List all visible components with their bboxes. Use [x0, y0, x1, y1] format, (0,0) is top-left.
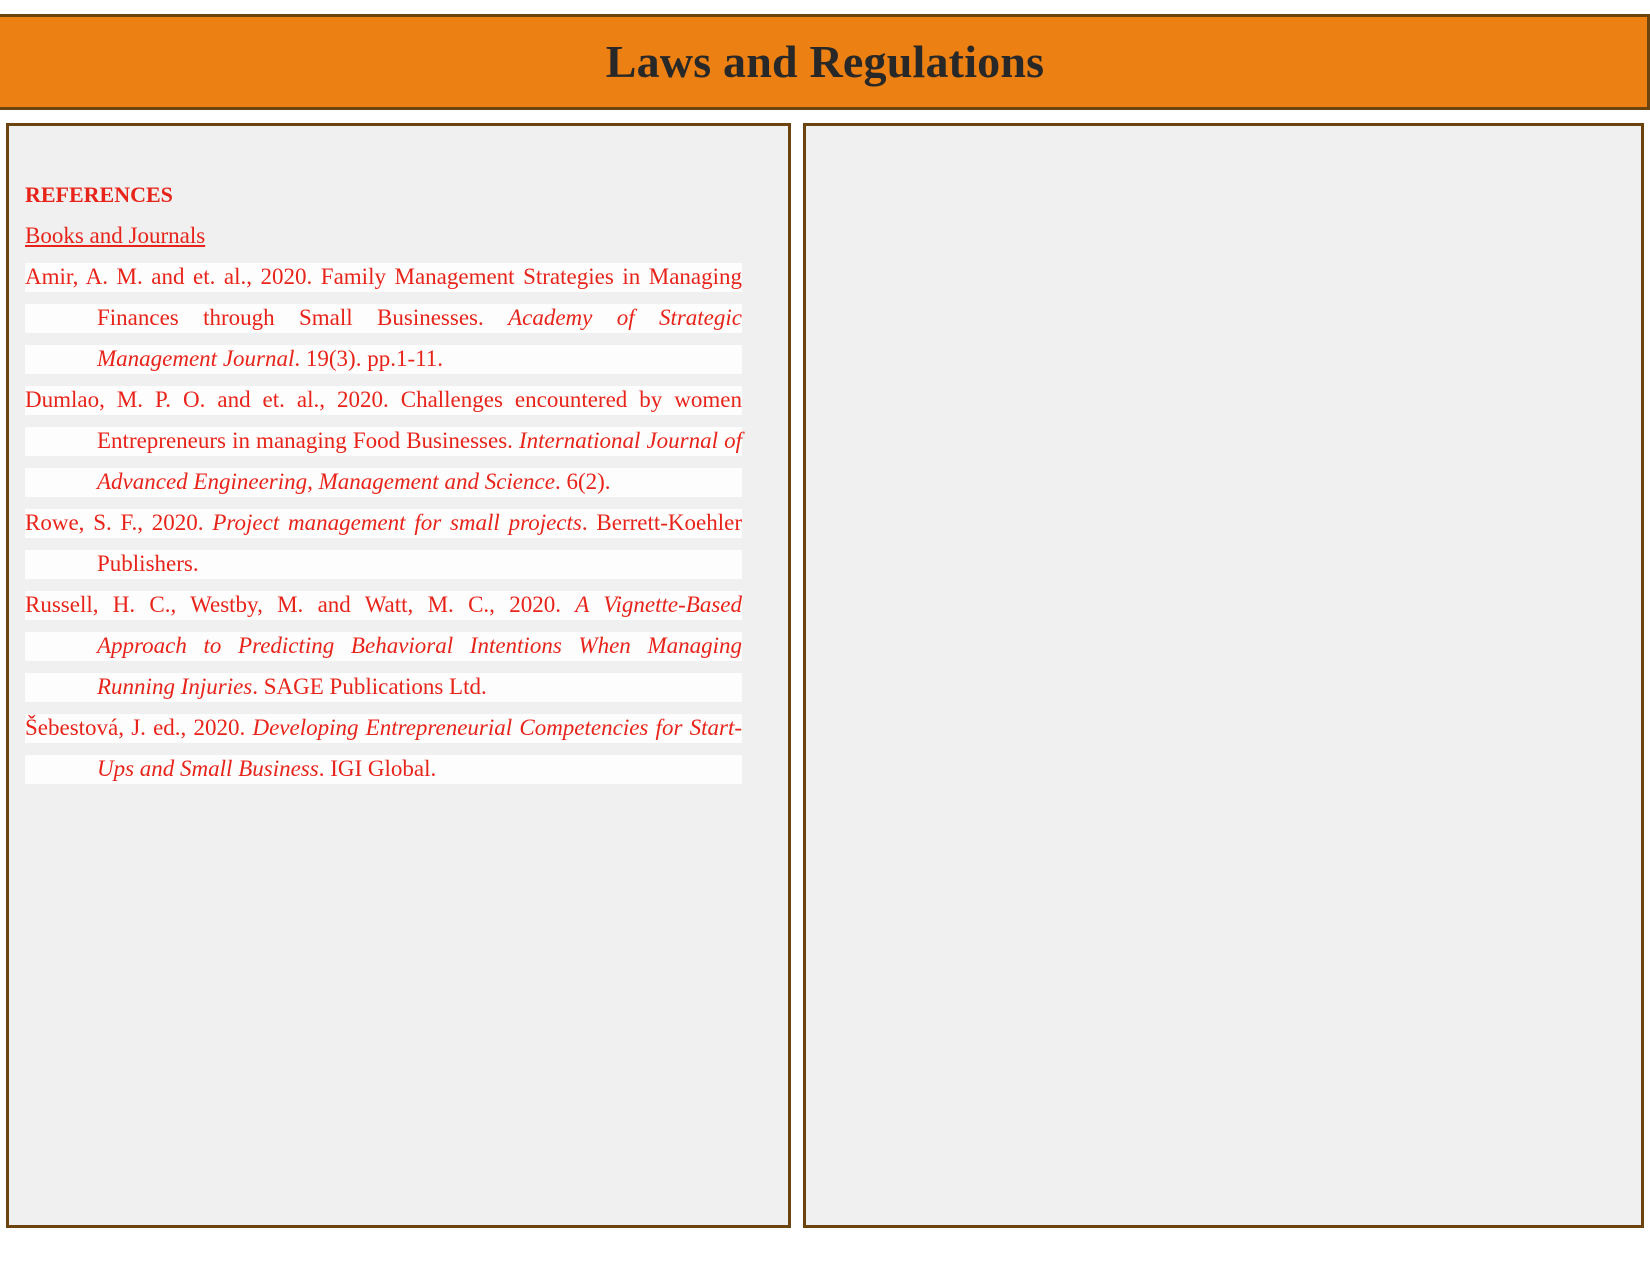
- reference-text: . 6(2).: [554, 469, 611, 494]
- reference-title-italic: Project management for small projects: [212, 510, 582, 535]
- right-panel-body: [806, 126, 1641, 194]
- books-and-journals-subheading: Books and Journals: [25, 223, 206, 248]
- reference-text: . IGI Global.: [318, 756, 437, 781]
- reference-text: Rowe, S. F., 2020.: [25, 510, 213, 535]
- reference-list: Amir, A. M. and et. al., 2020. Family Ma…: [25, 256, 742, 789]
- reference-text: Russell, H. C., Westby, M. and Watt, M. …: [25, 592, 576, 617]
- page-title: Laws and Regulations: [605, 36, 1045, 87]
- reference-text: Šebestová, J. ed., 2020.: [25, 715, 253, 740]
- reference-entry: Russell, H. C., Westby, M. and Watt, M. …: [25, 584, 742, 707]
- left-content-panel: REFERENCES Books and Journals Amir, A. M…: [6, 123, 791, 1228]
- header-banner: Laws and Regulations: [0, 14, 1650, 110]
- reference-entry: Amir, A. M. and et. al., 2020. Family Ma…: [25, 256, 742, 379]
- references-heading: REFERENCES: [25, 182, 173, 207]
- reference-entry: Šebestová, J. ed., 2020. Developing Entr…: [25, 707, 742, 789]
- right-content-panel: [803, 123, 1644, 1228]
- left-panel-body: REFERENCES Books and Journals Amir, A. M…: [9, 126, 788, 809]
- reference-entry: Rowe, S. F., 2020. Project management fo…: [25, 502, 742, 584]
- reference-text: . SAGE Publications Ltd.: [252, 674, 487, 699]
- reference-text: . 19(3). pp.1-11.: [294, 346, 444, 371]
- reference-entry: Dumlao, M. P. O. and et. al., 2020. Chal…: [25, 379, 742, 502]
